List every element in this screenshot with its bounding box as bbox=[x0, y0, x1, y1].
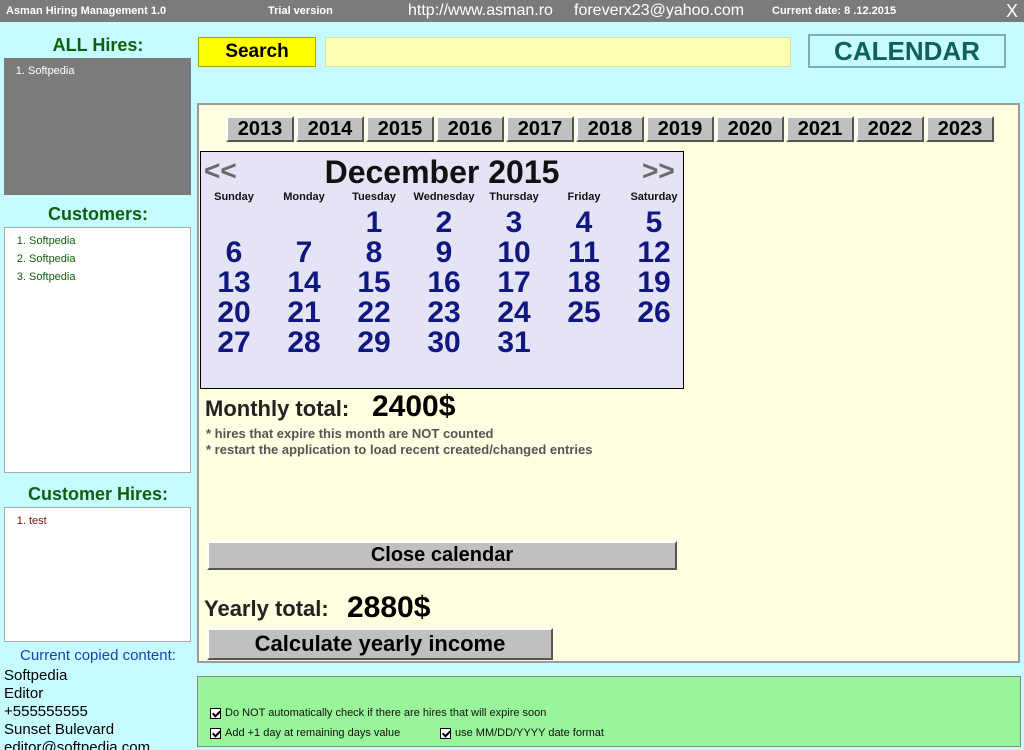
search-input[interactable] bbox=[325, 37, 791, 67]
option-date-format[interactable]: use MM/DD/YYYY date format bbox=[440, 727, 604, 739]
calendar-day[interactable]: 3 bbox=[479, 208, 549, 238]
year-tab[interactable]: 2013 bbox=[226, 116, 294, 142]
all-hires-item[interactable]: Softpedia bbox=[28, 62, 191, 80]
calendar-day[interactable]: 13 bbox=[199, 268, 269, 298]
copied-content-heading: Current copied content: bbox=[20, 647, 176, 664]
option-no-auto-check-label: Do NOT automatically check if there are … bbox=[225, 707, 547, 719]
copied-line: Sunset Bulevard bbox=[4, 721, 115, 738]
title-bar: Asman Hiring Management 1.0 Trial versio… bbox=[0, 0, 1024, 22]
calendar-day[interactable]: 20 bbox=[199, 298, 269, 328]
option-date-format-label: use MM/DD/YYYY date format bbox=[455, 727, 604, 739]
monthly-total-value: 2400$ bbox=[372, 390, 456, 423]
customers-heading: Customers: bbox=[47, 204, 149, 224]
year-tab[interactable]: 2016 bbox=[436, 116, 504, 142]
calendar-button[interactable]: CALENDAR bbox=[808, 34, 1006, 68]
year-tab[interactable]: 2020 bbox=[716, 116, 784, 142]
email-link[interactable]: foreverx23@yahoo.com bbox=[574, 0, 744, 22]
calendar-day[interactable]: 25 bbox=[549, 298, 619, 328]
calendar-day[interactable]: 16 bbox=[409, 268, 479, 298]
calendar-day[interactable]: 17 bbox=[479, 268, 549, 298]
calendar-day[interactable]: 15 bbox=[339, 268, 409, 298]
year-tab[interactable]: 2022 bbox=[856, 116, 924, 142]
calendar-day[interactable]: 2 bbox=[409, 208, 479, 238]
calendar-day[interactable]: 27 bbox=[199, 328, 269, 358]
year-tab[interactable]: 2021 bbox=[786, 116, 854, 142]
calendar-day[interactable]: 1 bbox=[339, 208, 409, 238]
copied-line: editor@softpedia.com bbox=[4, 739, 151, 750]
yearly-total-value: 2880$ bbox=[347, 591, 431, 624]
year-tab[interactable]: 2017 bbox=[506, 116, 574, 142]
calendar-day[interactable]: 23 bbox=[409, 298, 479, 328]
calendar-day[interactable]: 28 bbox=[269, 328, 339, 358]
year-tab[interactable]: 2015 bbox=[366, 116, 434, 142]
calculate-yearly-button[interactable]: Calculate yearly income bbox=[207, 628, 553, 660]
search-button[interactable]: Search bbox=[198, 37, 316, 67]
weekday-label: Friday bbox=[567, 191, 601, 203]
customer-item[interactable]: Softpedia bbox=[29, 232, 190, 250]
calendar-day[interactable]: 12 bbox=[619, 238, 689, 268]
calendar-day[interactable]: 4 bbox=[549, 208, 619, 238]
customer-hires-heading: Customer Hires: bbox=[27, 484, 169, 504]
year-tab[interactable]: 2014 bbox=[296, 116, 364, 142]
weekday-label: Wednesday bbox=[413, 191, 475, 203]
copied-line: Softpedia bbox=[4, 667, 68, 684]
close-icon[interactable]: X bbox=[1006, 0, 1018, 22]
calendar-day[interactable]: 21 bbox=[269, 298, 339, 328]
calendar-day[interactable]: 6 bbox=[199, 238, 269, 268]
customer-hire-item[interactable]: test bbox=[29, 512, 190, 530]
calendar-day[interactable]: 18 bbox=[549, 268, 619, 298]
next-month-button[interactable]: >> bbox=[642, 155, 675, 187]
weekday-label: Thursday bbox=[489, 191, 539, 203]
note-expire: * hires that expire this month are NOT c… bbox=[206, 426, 494, 441]
year-tab[interactable]: 2018 bbox=[576, 116, 644, 142]
weekday-label: Monday bbox=[283, 191, 325, 203]
note-restart: * restart the application to load recent… bbox=[206, 442, 593, 457]
yearly-total-label: Yearly total: bbox=[204, 596, 329, 621]
copied-content: Softpedia Editor +555555555 Sunset Bulevard… bbox=[4, 667, 194, 750]
weekday-label: Tuesday bbox=[352, 191, 396, 203]
customers-list[interactable]: SoftpediaSoftpediaSoftpedia bbox=[4, 227, 191, 473]
weekday-label: Saturday bbox=[630, 191, 678, 203]
calendar-day[interactable]: 10 bbox=[479, 238, 549, 268]
calendar-day[interactable]: 5 bbox=[619, 208, 689, 238]
calendar-day[interactable]: 26 bbox=[619, 298, 689, 328]
calendar-day[interactable]: 8 bbox=[339, 238, 409, 268]
checkbox-add-day[interactable] bbox=[210, 727, 221, 739]
monthly-total-label: Monthly total: bbox=[205, 396, 350, 421]
weekday-label: Sunday bbox=[214, 191, 254, 203]
customer-hires-list[interactable]: test bbox=[4, 507, 191, 642]
option-add-day-label: Add +1 day at remaining days value bbox=[225, 727, 401, 739]
trial-label: Trial version bbox=[268, 5, 333, 17]
current-date: Current date: 8 .12.2015 bbox=[772, 5, 897, 17]
customer-item[interactable]: Softpedia bbox=[29, 268, 190, 286]
close-calendar-button[interactable]: Close calendar bbox=[207, 541, 677, 570]
calendar-day[interactable]: 19 bbox=[619, 268, 689, 298]
customer-item[interactable]: Softpedia bbox=[29, 250, 190, 268]
calendar-day[interactable]: 7 bbox=[269, 238, 339, 268]
option-add-day[interactable]: Add +1 day at remaining days value bbox=[210, 727, 400, 739]
calendar-day[interactable]: 9 bbox=[409, 238, 479, 268]
calendar-day[interactable]: 29 bbox=[339, 328, 409, 358]
calendar-day[interactable]: 11 bbox=[549, 238, 619, 268]
copied-line: +555555555 bbox=[4, 703, 88, 720]
option-no-auto-check[interactable]: Do NOT automatically check if there are … bbox=[210, 707, 546, 719]
year-tab[interactable]: 2019 bbox=[646, 116, 714, 142]
checkbox-date-format[interactable] bbox=[440, 727, 451, 739]
copied-line: Editor bbox=[4, 685, 44, 702]
year-tab[interactable]: 2023 bbox=[926, 116, 994, 142]
website-link[interactable]: http://www.asman.ro bbox=[408, 0, 553, 22]
calendar-day[interactable]: 30 bbox=[409, 328, 479, 358]
all-hires-heading: ALL Hires: bbox=[52, 35, 144, 55]
calendar-day[interactable]: 14 bbox=[269, 268, 339, 298]
calendar-day[interactable]: 22 bbox=[339, 298, 409, 328]
year-tabs: 2013 2014 2015 2016 2017 2018 2019 2020 2021 2022… bbox=[226, 116, 996, 142]
prev-month-button[interactable]: << bbox=[204, 155, 237, 187]
calendar-day[interactable]: 31 bbox=[479, 328, 549, 358]
calendar-day[interactable]: 24 bbox=[479, 298, 549, 328]
checkbox-no-auto-check[interactable] bbox=[210, 707, 221, 719]
month-title: December 2015 bbox=[324, 154, 560, 190]
all-hires-list[interactable]: Softpedia bbox=[4, 58, 191, 195]
app-title: Asman Hiring Management 1.0 bbox=[6, 5, 167, 17]
